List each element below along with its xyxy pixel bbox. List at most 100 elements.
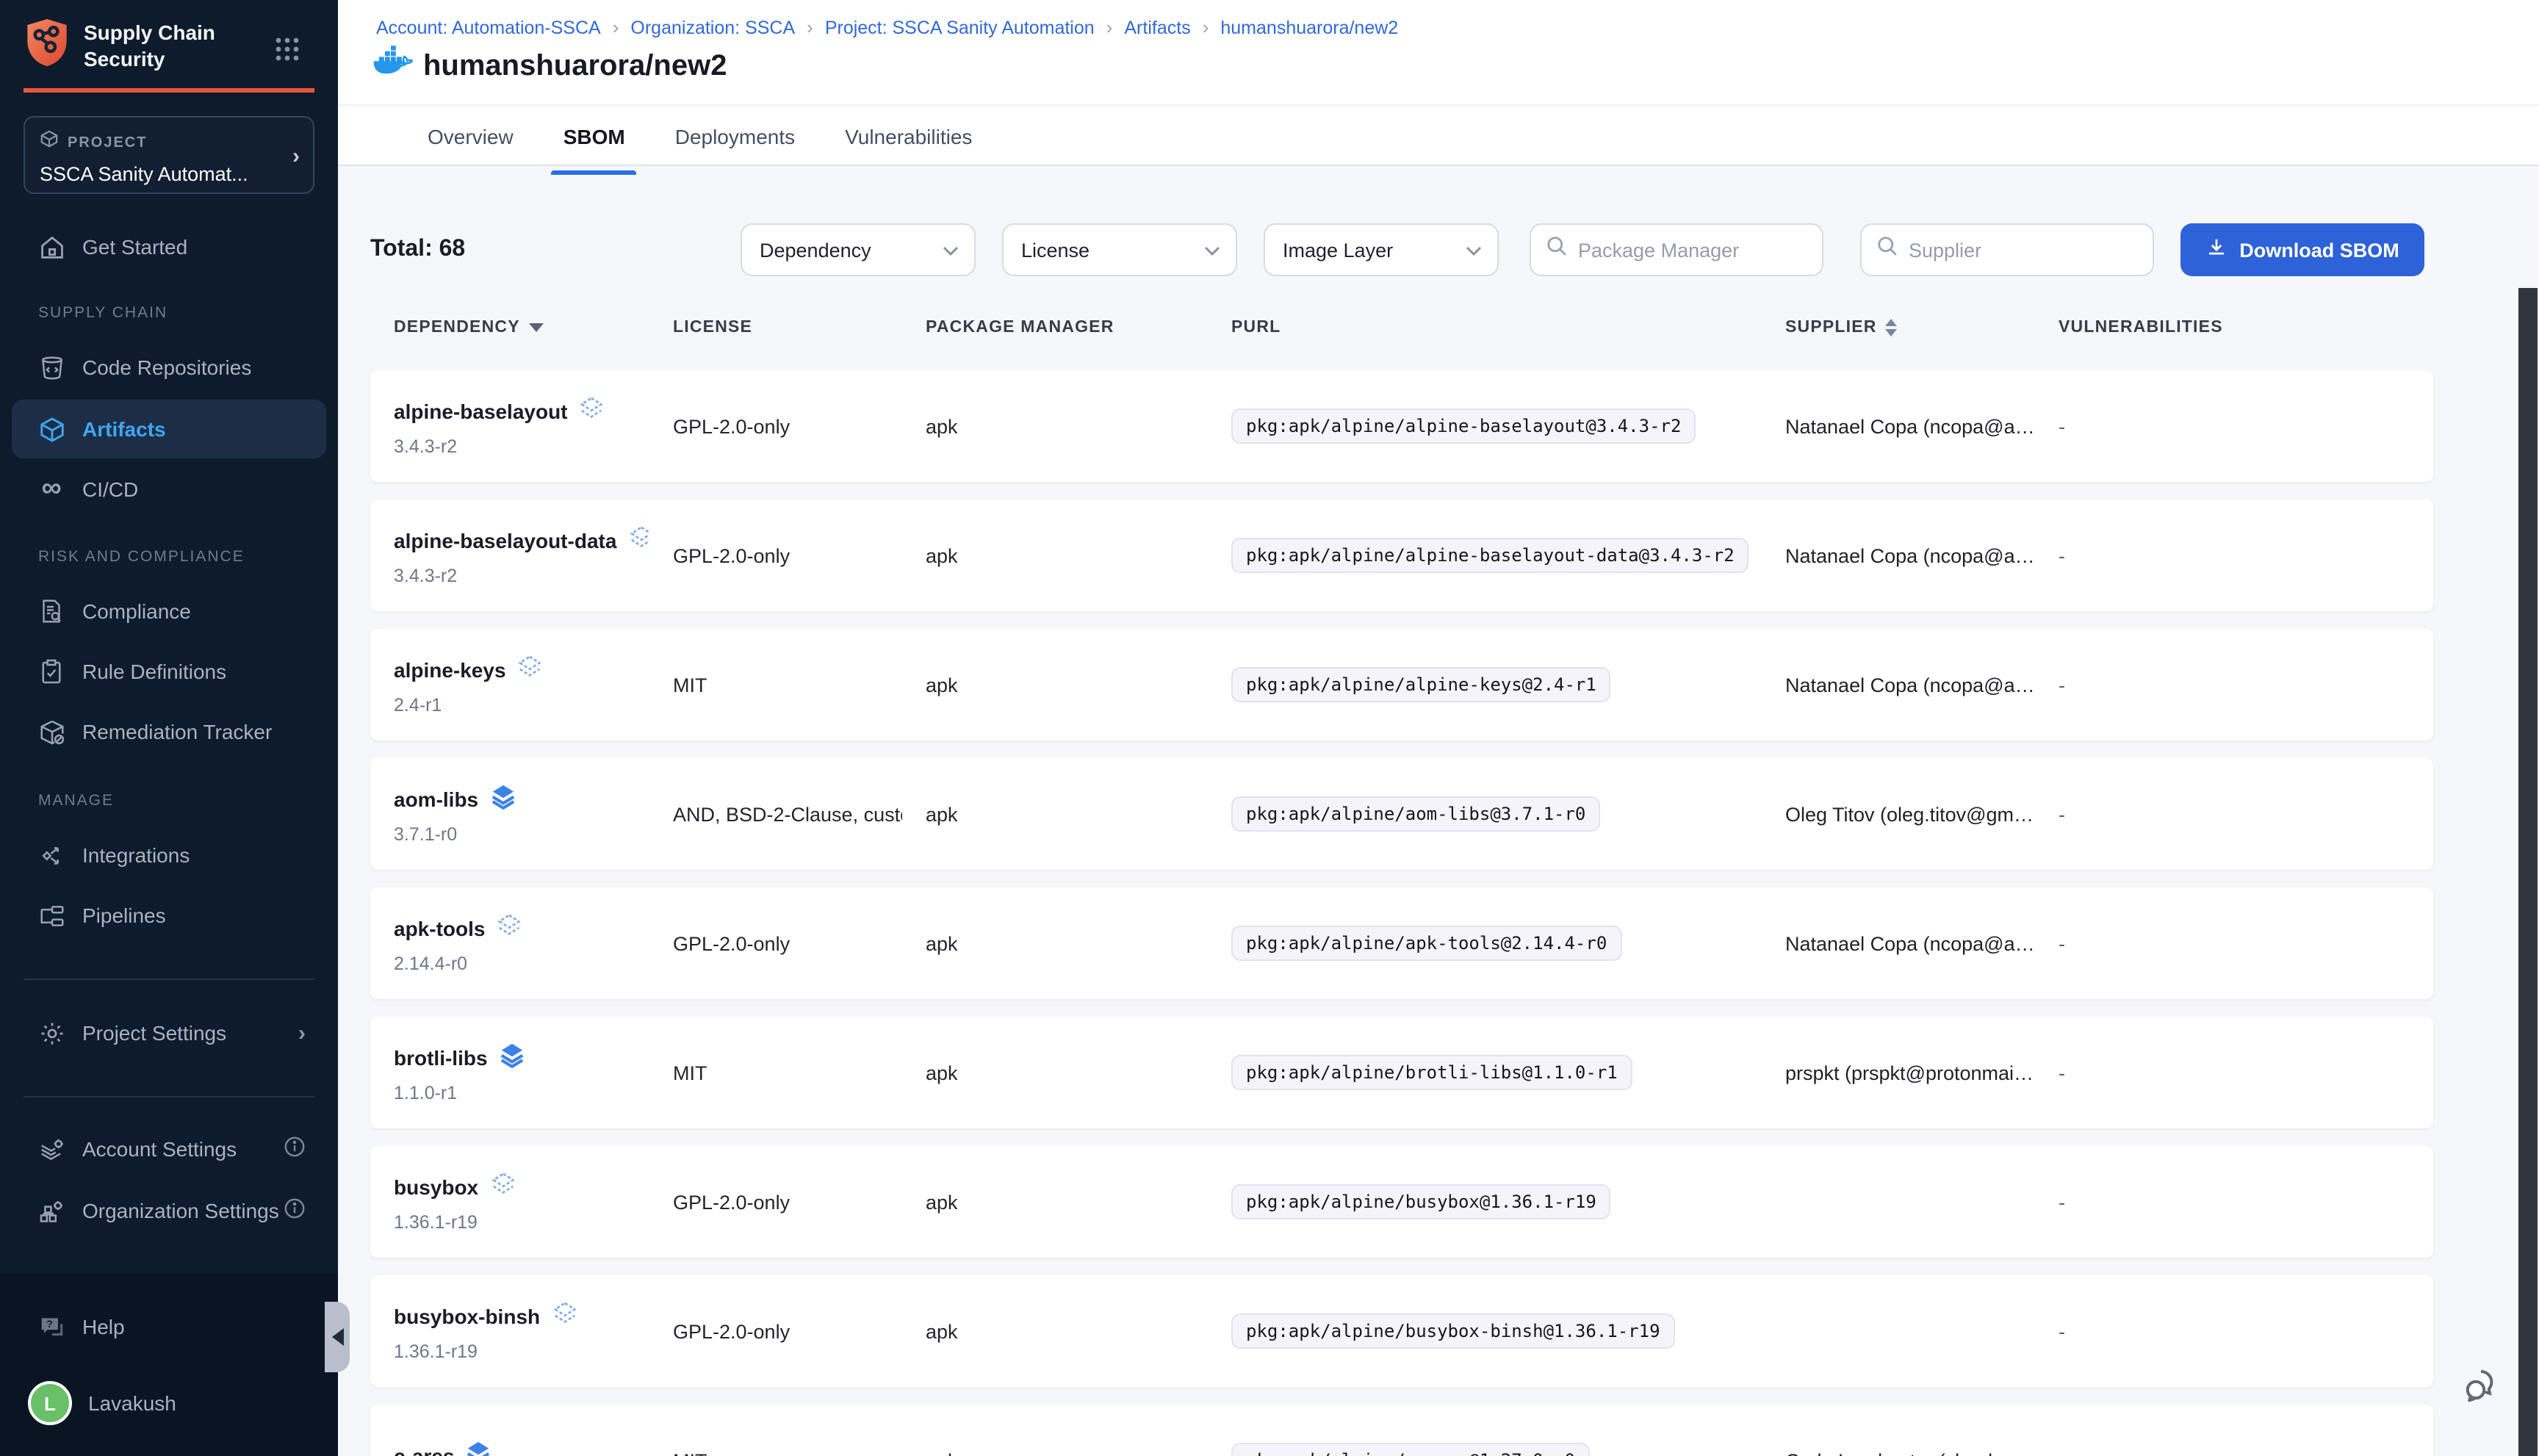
dependency-name: c-ares <box>394 1444 455 1456</box>
supplier-cell: Natanael Copa (ncopa@alpi... <box>1762 932 2035 954</box>
breadcrumb-separator: › <box>1203 16 1209 38</box>
pipelines-icon <box>37 901 66 930</box>
column-dependency[interactable]: DEPENDENCY <box>370 319 649 336</box>
svg-text:?: ? <box>46 1318 52 1330</box>
chevron-right-icon: › <box>298 1020 306 1045</box>
brand-accent-divider <box>24 88 314 93</box>
supplier-cell: Natanael Copa (ncopa@alpi... <box>1762 674 2035 696</box>
gear-icon <box>37 1018 66 1048</box>
download-sbom-button[interactable]: Download SBOM <box>2180 223 2424 276</box>
sidebar-item-pipelines[interactable]: Pipelines <box>0 886 338 945</box>
avatar: L <box>28 1381 72 1425</box>
license-cell: MIT <box>649 674 902 696</box>
dependency-cell: alpine-baselayout-data 3.4. <box>370 525 649 586</box>
purl-cell: pkg:apk/alpine/alpine-baselayout@3.4.3-r… <box>1208 408 1762 444</box>
breadcrumb-current[interactable]: humanshuarora/new2 <box>1220 17 1398 37</box>
sidebar-item-artifacts[interactable]: Artifacts <box>12 400 326 458</box>
purl-value: pkg:apk/alpine/brotli-libs@1.1.0-r1 <box>1231 1055 1632 1090</box>
license-cell: GPL-2.0-only <box>649 932 902 954</box>
table-row[interactable]: busybox-binsh 1.36.1-r19 <box>370 1275 2433 1387</box>
breadcrumb-organization[interactable]: Organization: SSCA <box>630 17 795 37</box>
purl-cell: pkg:apk/alpine/apk-tools@2.14.4-r0 <box>1208 926 1762 961</box>
layers-filled-icon <box>500 1042 525 1073</box>
sidebar-item-cicd[interactable]: ∞ CI/CD <box>0 460 338 519</box>
sidebar-item-remediation-tracker[interactable]: Remediation Tracker <box>0 702 338 761</box>
tab-sbom[interactable]: SBOM <box>558 122 631 166</box>
breadcrumb-separator: › <box>1106 16 1113 38</box>
dependency-cell: c-ares <box>370 1440 649 1456</box>
package-manager-cell: apk <box>902 1062 1208 1084</box>
tab-deployments[interactable]: Deployments <box>669 122 801 166</box>
tab-vulnerabilities[interactable]: Vulnerabilities <box>839 122 978 166</box>
sidebar-item-integrations[interactable]: Integrations <box>0 826 338 884</box>
breadcrumb-project[interactable]: Project: SSCA Sanity Automation <box>825 17 1095 37</box>
vulnerabilities-cell: - <box>2035 1320 2433 1342</box>
sidebar-item-get-started[interactable]: Get Started <box>0 217 338 276</box>
table-row[interactable]: apk-tools 2.14.4-r0 <box>370 887 2433 999</box>
tab-overview[interactable]: Overview <box>422 122 519 166</box>
image-layer-filter-dropdown[interactable]: Image Layer <box>1264 223 1499 276</box>
purl-cell: pkg:apk/alpine/alpine-keys@2.4-r1 <box>1208 667 1762 702</box>
breadcrumb-artifacts[interactable]: Artifacts <box>1124 17 1190 37</box>
project-label: PROJECT <box>68 134 147 151</box>
package-manager-search <box>1530 223 1823 276</box>
table-row[interactable]: aom-libs 3.7.1-r0 <box>370 758 2433 870</box>
package-manager-cell: apk <box>902 415 1208 437</box>
table-row[interactable]: alpine-keys 2.4-r1 <box>370 629 2433 740</box>
project-selector[interactable]: PROJECT SSCA Sanity Automat... › <box>24 116 314 194</box>
box-wrench-icon <box>37 717 66 746</box>
sidebar-item-organization-settings[interactable]: Organization Settings <box>0 1181 338 1240</box>
package-manager-search-input[interactable] <box>1578 239 1807 261</box>
purl-value: pkg:apk/alpine/alpine-baselayout-data@3.… <box>1231 538 1749 573</box>
dependency-cell: apk-tools 2.14.4-r0 <box>370 912 649 974</box>
chevron-down-icon <box>942 239 959 261</box>
info-icon[interactable] <box>284 1136 306 1162</box>
search-icon <box>1546 235 1568 264</box>
sidebar-item-rule-definitions[interactable]: Rule Definitions <box>0 642 338 701</box>
layers-outline-icon <box>497 912 522 943</box>
layers-outline-icon <box>518 654 543 685</box>
breadcrumb-account[interactable]: Account: Automation-SSCA <box>376 17 601 37</box>
purl-value: pkg:apk/alpine/alpine-baselayout@3.4.3-r… <box>1231 408 1696 444</box>
sidebar-item-account-settings[interactable]: Account Settings <box>0 1120 338 1178</box>
table-row[interactable]: brotli-libs 1.1.0-r1 <box>370 1017 2433 1128</box>
user-menu[interactable]: L Lavakush <box>0 1371 338 1435</box>
page-title: humanshuarora/new2 <box>423 49 727 83</box>
table-row[interactable]: alpine-baselayout 3.4.3-r2 <box>370 370 2433 482</box>
total-count: Total: 68 <box>370 237 465 263</box>
sidebar-collapse-handle[interactable] <box>325 1302 350 1372</box>
sidebar-item-compliance[interactable]: Compliance <box>0 582 338 641</box>
home-icon <box>37 232 66 262</box>
dependency-version: 3.4.3-r2 <box>394 566 649 586</box>
table-row[interactable]: alpine-baselayout-data 3.4. <box>370 500 2433 611</box>
purl-cell: pkg:apk/alpine/brotli-libs@1.1.0-r1 <box>1208 1055 1762 1090</box>
layers-outline-icon <box>580 395 605 426</box>
sidebar-item-project-settings[interactable]: Project Settings › <box>0 1003 338 1062</box>
clipboard-check-icon <box>37 657 66 686</box>
sidebar-item-code-repositories[interactable]: Code Repositories <box>0 338 338 397</box>
supplier-cell: Natanael Copa (ncopa@alpi... <box>1762 415 2035 437</box>
dependency-name: apk-tools <box>394 916 485 940</box>
purl-cell: pkg:apk/alpine/alpine-baselayout-data@3.… <box>1208 538 1762 573</box>
layers-gear-icon <box>37 1134 66 1164</box>
license-filter-dropdown[interactable]: License <box>1002 223 1237 276</box>
column-supplier[interactable]: SUPPLIER <box>1762 319 2035 336</box>
dependency-cell: busybox-binsh 1.36.1-r19 <box>370 1300 649 1362</box>
table-row[interactable]: busybox 1.36.1-r19 <box>370 1146 2433 1258</box>
feedback-chat-icon[interactable] <box>2463 1366 2504 1412</box>
vertical-scrollbar-thumb[interactable] <box>2518 288 2538 1456</box>
dependency-name: alpine-baselayout-data <box>394 528 616 552</box>
user-name: Lavakush <box>88 1391 176 1415</box>
supplier-search-input[interactable] <box>1909 239 2138 261</box>
layers-outline-icon <box>628 525 649 555</box>
table-header: DEPENDENCY LICENSE PACKAGE MANAGER PURL … <box>370 319 2433 336</box>
dependency-filter-dropdown[interactable]: Dependency <box>741 223 976 276</box>
sidebar-item-help[interactable]: ? Help <box>0 1297 338 1356</box>
module-grid-icon[interactable] <box>275 37 300 69</box>
table-row[interactable]: c-ares MIT <box>370 1405 2433 1456</box>
vulnerabilities-cell: - <box>2035 1191 2433 1213</box>
purl-value: pkg:apk/alpine/busybox-binsh@1.36.1-r19 <box>1231 1313 1675 1349</box>
info-icon[interactable] <box>284 1197 306 1224</box>
dependency-cell: alpine-baselayout 3.4.3-r2 <box>370 395 649 457</box>
layers-outline-icon <box>490 1171 515 1202</box>
